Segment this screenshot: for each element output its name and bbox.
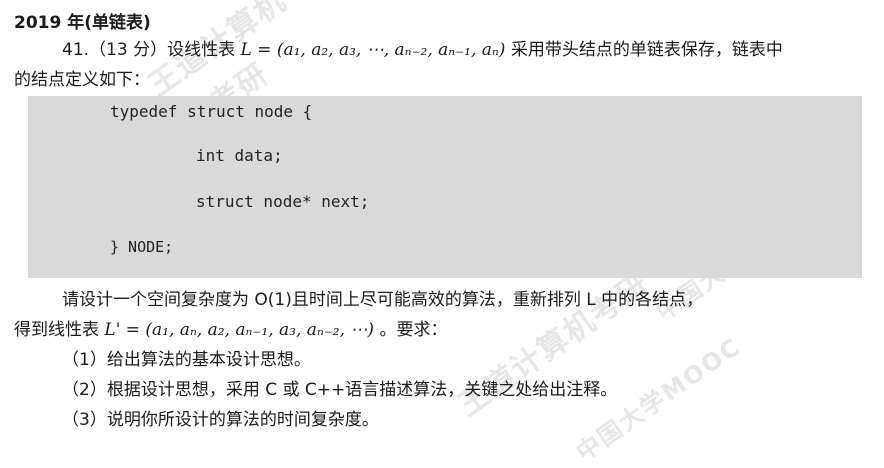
- question-math: L = (a₁, a₂, a₃, ⋯, aₙ₋₂, aₙ₋₁, aₙ): [240, 40, 506, 60]
- requirement-2: （2）根据设计思想，采用 C 或 C++语言描述算法，关键之处给出注释。: [62, 380, 618, 400]
- question-suffix: 采用带头结点的单链表保存，链表中: [510, 40, 783, 60]
- body-suffix: 。要求：: [379, 320, 448, 340]
- body-line-1: 请设计一个空间复杂度为 O(1)且时间上尽可能高效的算法，重新排列 L 中的各结…: [62, 290, 704, 310]
- question-line-2: 的结点定义如下：: [14, 70, 150, 90]
- code-line-3: struct node* next;: [196, 192, 370, 211]
- code-line-1: typedef struct node {: [110, 102, 313, 121]
- body-prefix: 得到线性表: [14, 320, 99, 340]
- question-prefix: 41.（13 分）设线性表: [62, 40, 236, 60]
- code-block: typedef struct node { int data; struct n…: [28, 96, 862, 278]
- code-line-2: int data;: [196, 146, 283, 165]
- body-math: L' = (a₁, aₙ, a₂, aₙ₋₁, a₃, aₙ₋₂, ⋯): [104, 320, 375, 340]
- requirement-1: （1）给出算法的基本设计思想。: [62, 350, 311, 370]
- body-line-2: 得到线性表 L' = (a₁, aₙ, a₂, aₙ₋₁, a₃, aₙ₋₂, …: [14, 318, 447, 342]
- question-line-1: 41.（13 分）设线性表 L = (a₁, a₂, a₃, ⋯, aₙ₋₂, …: [62, 38, 783, 62]
- code-line-4: } NODE;: [110, 238, 174, 256]
- requirement-3: （3）说明你所设计的算法的时间复杂度。: [62, 410, 379, 430]
- section-heading: 2019 年(单链表): [14, 13, 151, 33]
